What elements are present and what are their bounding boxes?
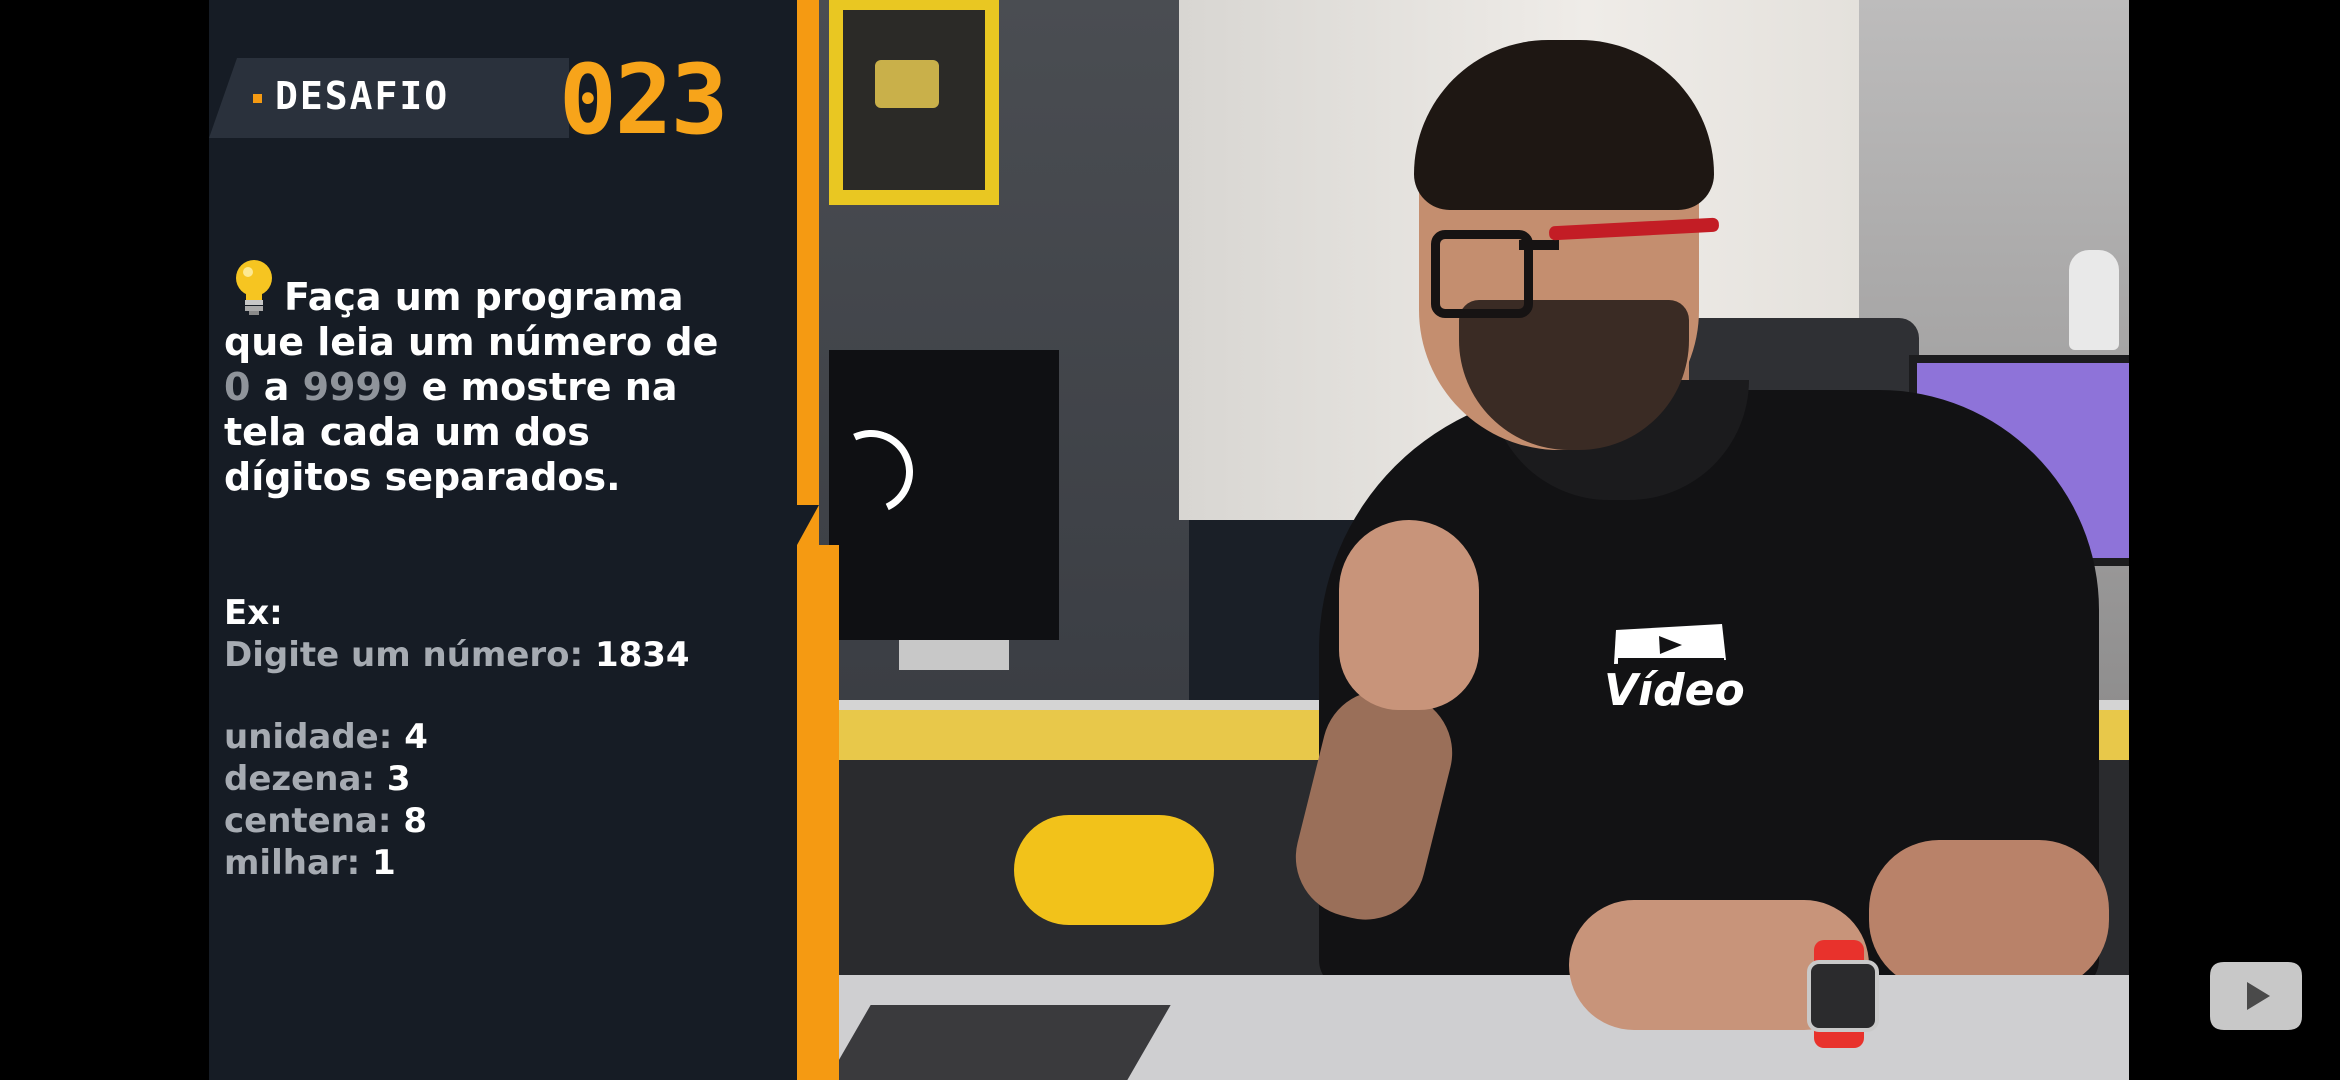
statement-line-4: tela cada um dos [224, 410, 590, 454]
panel-edge-accent-lower [819, 545, 839, 1080]
result-value: 3 [386, 759, 411, 799]
result-value: 4 [404, 717, 428, 757]
result-label: unidade: [224, 717, 393, 757]
statement-line-5: dígitos separados. [224, 455, 621, 499]
panel-edge-notch [797, 505, 819, 545]
result-value: 8 [403, 801, 427, 841]
statement-line-1: Faça um programa [284, 275, 684, 319]
result-label: centena: [224, 801, 392, 841]
video-frame[interactable]: Vídeo DESAFIO 023 Faça um programa que l… [209, 0, 2129, 1080]
play-icon[interactable] [2206, 958, 2306, 1034]
result-label: milhar: [224, 843, 361, 883]
person-hand-left [1339, 520, 1479, 710]
screen: Vídeo DESAFIO 023 Faça um programa que l… [0, 0, 2340, 1080]
example-title: Ex: [224, 593, 283, 633]
example-spacer [224, 676, 690, 716]
result-row: centena: 8 [224, 800, 690, 842]
result-value: 1 [372, 843, 396, 883]
challenge-statement: Faça um programa que leia um número de 0… [224, 258, 784, 500]
example-prompt-value: 1834 [594, 635, 690, 675]
statement-line-2: que leia um número de [224, 320, 719, 364]
watch-face [1807, 960, 1879, 1032]
glasses-lens [1431, 230, 1533, 318]
range-connector: a [263, 365, 290, 409]
shirt-logo-text: Vídeo [1604, 665, 1745, 716]
monitor-stand [899, 640, 1009, 670]
glasses-bridge [1519, 240, 1559, 250]
pillow [1014, 815, 1214, 925]
challenge-label: DESAFIO [275, 74, 450, 118]
result-row: unidade: 4 [224, 716, 690, 758]
result-row: milhar: 1 [224, 842, 690, 884]
example-block: Ex: Digite um número: 1834 unidade: 4 de… [224, 592, 690, 884]
person-arm-right [1869, 840, 2109, 990]
range-to: 9999 [302, 365, 409, 409]
result-row: dezena: 3 [224, 758, 690, 800]
example-prompt-label: Digite um número: [224, 635, 584, 675]
result-label: dezena: [224, 759, 375, 799]
lightbulb-icon [236, 260, 272, 315]
challenge-panel [209, 0, 819, 1080]
header-bullet [253, 94, 262, 103]
example-prompt: Digite um número: 1834 [224, 634, 690, 676]
figurine [2069, 250, 2119, 350]
statement-line-3: e mostre na [421, 365, 678, 409]
challenge-number: 023 [559, 44, 728, 156]
desk-mat [827, 1005, 1171, 1080]
range-from: 0 [224, 365, 251, 409]
plaque [875, 60, 939, 108]
